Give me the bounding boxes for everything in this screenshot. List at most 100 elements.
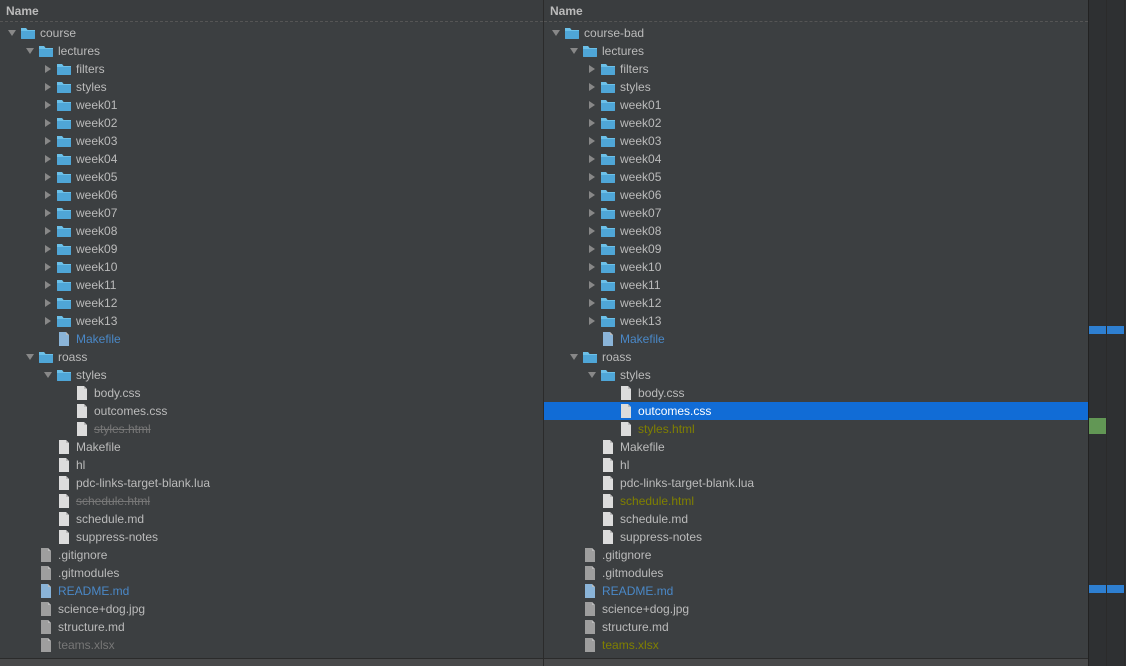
tree-row[interactable]: week04	[0, 150, 543, 168]
expand-arrow-right-icon[interactable]	[44, 65, 52, 73]
expand-arrow-down-icon[interactable]	[26, 47, 34, 55]
tree-row[interactable]: week07	[544, 204, 1088, 222]
diff-marker[interactable]	[1089, 585, 1106, 593]
tree-row[interactable]: week03	[544, 132, 1088, 150]
tree-row[interactable]: styles	[0, 78, 543, 96]
tree-row[interactable]: week01	[0, 96, 543, 114]
expand-arrow-right-icon[interactable]	[44, 281, 52, 289]
tree-row[interactable]: styles	[0, 366, 543, 384]
expand-arrow-down-icon[interactable]	[8, 29, 16, 37]
tree-row[interactable]: week08	[544, 222, 1088, 240]
tree-row[interactable]: roass	[544, 348, 1088, 366]
tree-row[interactable]: .gitmodules	[0, 564, 543, 582]
expand-arrow-right-icon[interactable]	[588, 83, 596, 91]
tree-row[interactable]: pdc-links-target-blank.lua	[544, 474, 1088, 492]
expand-arrow-down-icon[interactable]	[570, 353, 578, 361]
diff-marker[interactable]	[1107, 326, 1124, 334]
tree-row[interactable]: week07	[0, 204, 543, 222]
tree-row[interactable]: outcomes.css	[0, 402, 543, 420]
tree-row[interactable]: structure.md	[0, 618, 543, 636]
horizontal-scrollbar[interactable]	[544, 658, 1088, 666]
tree-row[interactable]: week13	[0, 312, 543, 330]
expand-arrow-right-icon[interactable]	[588, 191, 596, 199]
tree-row[interactable]: pdc-links-target-blank.lua	[0, 474, 543, 492]
tree-row[interactable]: teams.xlsx	[0, 636, 543, 654]
tree-row[interactable]: week11	[544, 276, 1088, 294]
tree-row[interactable]: course-bad	[544, 24, 1088, 42]
expand-arrow-right-icon[interactable]	[588, 119, 596, 127]
expand-arrow-right-icon[interactable]	[588, 173, 596, 181]
diff-minimap[interactable]	[1088, 0, 1126, 666]
expand-arrow-right-icon[interactable]	[588, 65, 596, 73]
expand-arrow-right-icon[interactable]	[588, 281, 596, 289]
tree-row[interactable]: week10	[0, 258, 543, 276]
tree-row[interactable]: week02	[0, 114, 543, 132]
column-header-name[interactable]: Name	[0, 0, 543, 22]
tree-row[interactable]: week11	[0, 276, 543, 294]
expand-arrow-down-icon[interactable]	[552, 29, 560, 37]
tree-row[interactable]: schedule.md	[0, 510, 543, 528]
expand-arrow-right-icon[interactable]	[44, 263, 52, 271]
tree-row[interactable]: week06	[544, 186, 1088, 204]
expand-arrow-right-icon[interactable]	[44, 173, 52, 181]
expand-arrow-right-icon[interactable]	[44, 209, 52, 217]
tree-row[interactable]: schedule.html	[0, 492, 543, 510]
tree-row[interactable]: body.css	[0, 384, 543, 402]
tree-row[interactable]: week05	[0, 168, 543, 186]
tree-row[interactable]: styles	[544, 78, 1088, 96]
expand-arrow-right-icon[interactable]	[588, 245, 596, 253]
tree-row[interactable]: lectures	[0, 42, 543, 60]
expand-arrow-right-icon[interactable]	[44, 191, 52, 199]
tree-row[interactable]: schedule.html	[544, 492, 1088, 510]
expand-arrow-right-icon[interactable]	[588, 209, 596, 217]
right-tree[interactable]: course-badlecturesfiltersstylesweek01wee…	[544, 22, 1088, 658]
expand-arrow-right-icon[interactable]	[588, 299, 596, 307]
tree-row[interactable]: suppress-notes	[544, 528, 1088, 546]
tree-row[interactable]: week12	[544, 294, 1088, 312]
tree-row[interactable]: README.md	[544, 582, 1088, 600]
tree-row[interactable]: styles.html	[544, 420, 1088, 438]
tree-row[interactable]: teams.xlsx	[544, 636, 1088, 654]
tree-row[interactable]: science+dog.jpg	[0, 600, 543, 618]
tree-row[interactable]: week02	[544, 114, 1088, 132]
tree-row[interactable]: week04	[544, 150, 1088, 168]
expand-arrow-right-icon[interactable]	[44, 83, 52, 91]
tree-row[interactable]: .gitignore	[0, 546, 543, 564]
tree-row[interactable]: Makefile	[0, 438, 543, 456]
expand-arrow-down-icon[interactable]	[570, 47, 578, 55]
tree-row[interactable]: Makefile	[544, 438, 1088, 456]
tree-row[interactable]: filters	[0, 60, 543, 78]
tree-row[interactable]: structure.md	[544, 618, 1088, 636]
tree-row[interactable]: filters	[544, 60, 1088, 78]
expand-arrow-right-icon[interactable]	[44, 137, 52, 145]
expand-arrow-right-icon[interactable]	[44, 227, 52, 235]
diff-marker[interactable]	[1089, 326, 1106, 334]
left-tree[interactable]: courselecturesfiltersstylesweek01week02w…	[0, 22, 543, 658]
expand-arrow-right-icon[interactable]	[588, 101, 596, 109]
diff-marker[interactable]	[1107, 585, 1124, 593]
expand-arrow-right-icon[interactable]	[44, 299, 52, 307]
tree-row[interactable]: week01	[544, 96, 1088, 114]
tree-row[interactable]: styles	[544, 366, 1088, 384]
diff-marker[interactable]	[1089, 418, 1106, 426]
tree-row[interactable]: week12	[0, 294, 543, 312]
tree-row[interactable]: styles.html	[0, 420, 543, 438]
tree-row[interactable]: science+dog.jpg	[544, 600, 1088, 618]
expand-arrow-right-icon[interactable]	[588, 263, 596, 271]
tree-row[interactable]: week08	[0, 222, 543, 240]
tree-row[interactable]: Makefile	[544, 330, 1088, 348]
tree-row[interactable]: hl	[544, 456, 1088, 474]
expand-arrow-down-icon[interactable]	[26, 353, 34, 361]
tree-row[interactable]: body.css	[544, 384, 1088, 402]
horizontal-scrollbar[interactable]	[0, 658, 543, 666]
expand-arrow-right-icon[interactable]	[588, 317, 596, 325]
tree-row[interactable]: course	[0, 24, 543, 42]
tree-row[interactable]: hl	[0, 456, 543, 474]
diff-marker[interactable]	[1089, 426, 1106, 434]
expand-arrow-right-icon[interactable]	[588, 227, 596, 235]
expand-arrow-right-icon[interactable]	[44, 101, 52, 109]
tree-row[interactable]: week10	[544, 258, 1088, 276]
tree-row[interactable]: week03	[0, 132, 543, 150]
expand-arrow-right-icon[interactable]	[44, 119, 52, 127]
tree-row[interactable]: outcomes.css	[544, 402, 1088, 420]
